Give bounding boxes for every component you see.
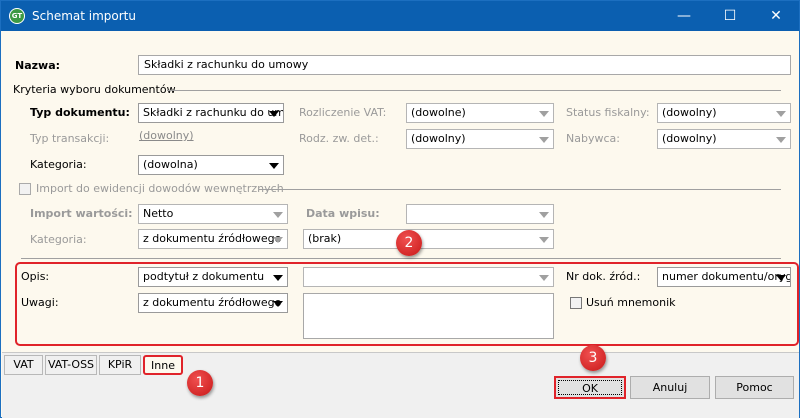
nabywca-label: Nabywca:	[566, 132, 620, 145]
ok-button[interactable]: OK	[554, 376, 626, 399]
kategoria-value: (dowolna)	[143, 158, 198, 171]
typ-dokumentu-select[interactable]: Składki z rachunku do umowy	[138, 103, 284, 123]
status-fiskalny-value: (dowolny)	[662, 106, 717, 119]
status-fiskalny-select[interactable]: (dowolny)	[657, 103, 791, 123]
data-wpisu-label: Data wpisu:	[306, 207, 380, 220]
typ-transakcji-label: Typ transakcji:	[30, 132, 110, 145]
tab-vat[interactable]: VAT	[4, 355, 43, 375]
kategoria2-select[interactable]: z dokumentu źródłowego	[138, 229, 288, 249]
chevron-down-icon	[539, 137, 549, 143]
chevron-down-icon	[269, 163, 279, 169]
dialog-window: GT Schemat importu — ☐ ✕ Nazwa: Składki …	[0, 0, 800, 418]
nazwa-label: Nazwa:	[15, 59, 61, 72]
nabywca-value: (dowolny)	[662, 132, 717, 145]
rodz-zw-det-label: Rodz. zw. det.:	[299, 132, 379, 145]
rozliczenie-vat-select[interactable]: (dowolne)	[406, 103, 554, 123]
step-badge-3: 3	[580, 345, 606, 371]
nazwa-input[interactable]: Składki z rachunku do umowy	[138, 55, 791, 75]
status-fiskalny-label: Status fiskalny:	[566, 106, 650, 119]
help-button[interactable]: Pomoc	[715, 376, 794, 399]
kategoria2-value: z dokumentu źródłowego	[143, 232, 282, 245]
rozliczenie-vat-label: Rozliczenie VAT:	[299, 106, 387, 119]
tab-inne[interactable]: Inne	[143, 355, 183, 375]
chevron-down-icon	[539, 237, 549, 243]
import-wartosci-select[interactable]: Netto	[138, 204, 288, 224]
step-badge-2: 2	[396, 230, 422, 256]
chevron-down-icon	[273, 212, 283, 218]
chevron-down-icon	[273, 237, 283, 243]
chevron-down-icon	[776, 137, 786, 143]
typ-dokumentu-value: Składki z rachunku do umowy	[143, 106, 284, 119]
title-bar: GT Schemat importu — ☐ ✕	[1, 1, 799, 31]
close-button[interactable]: ✕	[753, 1, 799, 31]
rodz-zw-det-select[interactable]: (dowolny)	[406, 129, 554, 149]
minimize-button[interactable]: —	[661, 1, 707, 31]
kategoria2-extra-value: (brak)	[308, 232, 342, 245]
kategoria2-label: Kategoria:	[30, 233, 87, 246]
kategoria-select[interactable]: (dowolna)	[138, 155, 284, 175]
nabywca-select[interactable]: (dowolny)	[657, 129, 791, 149]
step-badge-1: 1	[187, 370, 213, 396]
tab-vat-oss[interactable]: VAT-OSS	[45, 355, 97, 375]
chevron-down-icon	[539, 212, 549, 218]
kategoria2-extra-select[interactable]: (brak)	[303, 229, 554, 249]
tab-kpir[interactable]: KPiR	[99, 355, 141, 375]
divider	[167, 90, 781, 91]
kategoria-label: Kategoria:	[30, 158, 87, 171]
chevron-down-icon	[269, 111, 279, 117]
chevron-down-icon	[776, 111, 786, 117]
divider	[259, 189, 781, 190]
import-wartosci-value: Netto	[143, 207, 174, 220]
rodz-zw-det-value: (dowolny)	[411, 132, 466, 145]
typ-dokumentu-label: Typ dokumentu:	[30, 106, 130, 119]
import-wartosci-label: Import wartości:	[30, 207, 133, 220]
app-logo-icon: GT	[9, 8, 25, 24]
divider	[21, 258, 781, 259]
cancel-button[interactable]: Anuluj	[630, 376, 710, 399]
maximize-button[interactable]: ☐	[707, 1, 753, 31]
import-ewidencji-checkbox[interactable]	[19, 183, 31, 195]
rozliczenie-vat-value: (dowolne)	[411, 106, 466, 119]
highlight-box	[15, 262, 799, 346]
import-ewidencji-label: Import do ewidencji dowodów wewnętrznych	[36, 182, 284, 195]
data-wpisu-select[interactable]	[406, 204, 554, 224]
kryteria-label: Kryteria wyboru dokumentów	[13, 83, 176, 96]
typ-transakcji-link[interactable]: (dowolny)	[139, 129, 194, 142]
chevron-down-icon	[539, 111, 549, 117]
window-title: Schemat importu	[32, 9, 136, 23]
